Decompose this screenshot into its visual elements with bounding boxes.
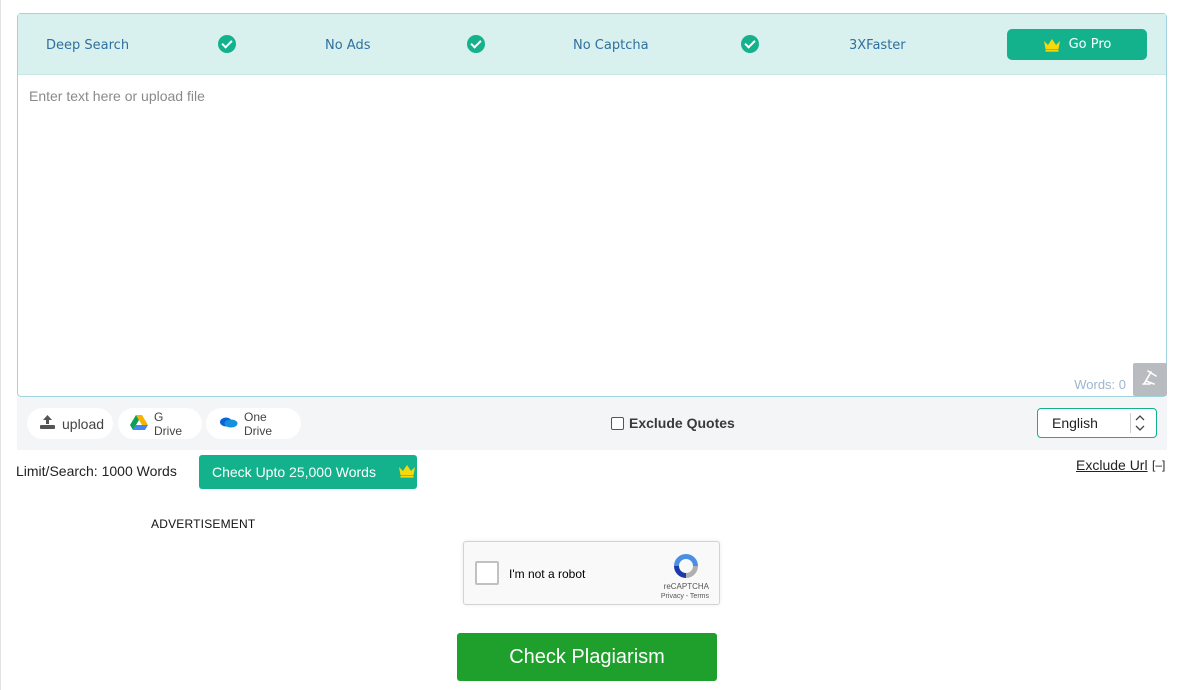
onedrive-label: One Drive [244, 409, 273, 438]
check-plagiarism-button[interactable]: Check Plagiarism [457, 633, 717, 681]
upload-label: upload [62, 415, 105, 432]
feature-no-ads: No Ads [325, 38, 371, 53]
go-pro-button[interactable]: Go Pro [1007, 29, 1147, 60]
check-circle-icon [741, 35, 759, 53]
upload-bar: upload G Drive One Drive Exclude Quotes … [17, 397, 1167, 450]
page-frame: Deep Search No Ads No Captcha 3XFaster G… [0, 0, 1180, 690]
onedrive-icon [218, 416, 238, 431]
recaptcha-widget: I'm not a robot reCAPTCHA Privacy - Term… [463, 541, 720, 605]
pro-features-bar: Deep Search No Ads No Captcha 3XFaster G… [18, 14, 1166, 75]
recaptcha-checkbox[interactable] [475, 561, 499, 585]
text-input[interactable] [19, 76, 1165, 376]
advertisement-label: ADVERTISEMENT [151, 517, 256, 531]
check-circle-icon [467, 35, 485, 53]
feature-deep-search: Deep Search [46, 38, 130, 53]
editor-card: Deep Search No Ads No Captcha 3XFaster G… [17, 13, 1167, 397]
check-circle-icon [218, 35, 236, 53]
upload-button[interactable]: upload [27, 408, 113, 439]
word-count: Words: 0 [1074, 377, 1126, 392]
crown-icon [398, 464, 416, 481]
google-drive-icon [130, 414, 148, 433]
upgrade-words-label: Check Upto 25,000 Words [212, 464, 376, 480]
recaptcha-label: I'm not a robot [509, 567, 586, 581]
upload-icon [39, 414, 56, 433]
onedrive-button[interactable]: One Drive [206, 408, 301, 439]
google-drive-button[interactable]: G Drive [118, 408, 202, 439]
chevron-updown-icon [1130, 413, 1146, 433]
exclude-quotes-option[interactable]: Exclude Quotes [611, 415, 735, 431]
exclude-quotes-checkbox[interactable] [611, 416, 624, 430]
exclude-quotes-label: Exclude Quotes [629, 415, 735, 431]
go-pro-label: Go Pro [1068, 37, 1112, 52]
feature-no-captcha: No Captcha [573, 38, 649, 53]
search-limit-text: Limit/Search: 1000 Words [16, 463, 177, 479]
recaptcha-logo-icon [671, 551, 701, 586]
feature-3x-faster: 3XFaster [849, 38, 906, 53]
crown-icon [1043, 38, 1061, 52]
upgrade-words-button[interactable]: Check Upto 25,000 Words [199, 455, 417, 489]
clear-text-button[interactable] [1133, 363, 1167, 396]
language-select[interactable]: English [1037, 408, 1157, 438]
clear-text-icon [1140, 367, 1160, 392]
exclude-url-link[interactable]: Exclude Url [1076, 457, 1148, 473]
recaptcha-links[interactable]: Privacy - Terms [661, 593, 709, 600]
google-drive-label: G Drive [154, 409, 183, 438]
exclude-url-toggle[interactable]: [–] [1152, 458, 1165, 472]
recaptcha-brand: reCAPTCHA [663, 582, 709, 591]
language-value: English [1052, 415, 1098, 431]
